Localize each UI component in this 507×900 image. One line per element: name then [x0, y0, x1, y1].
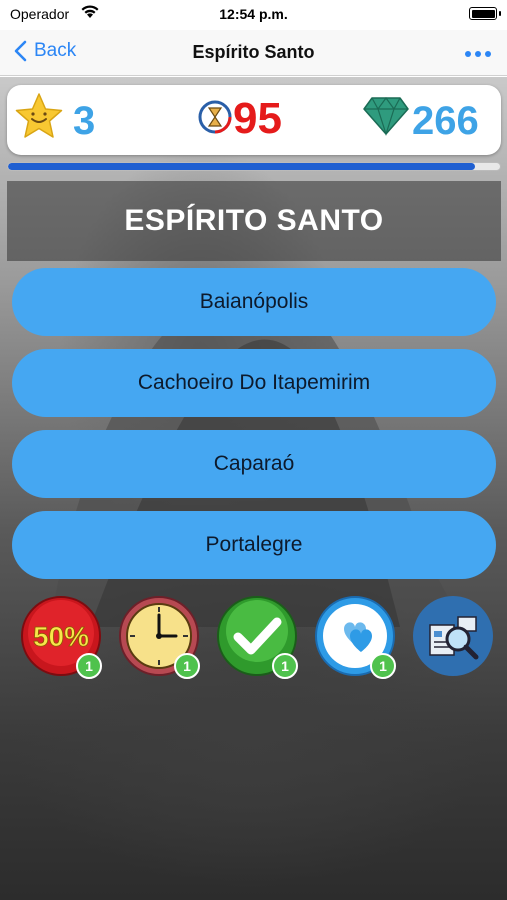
battery-icon [469, 7, 501, 20]
powerup-count-badge: 1 [370, 653, 396, 679]
magnifier-icon [413, 596, 493, 676]
timer-value: 95 [233, 94, 282, 143]
powerup-count-badge: 1 [272, 653, 298, 679]
status-bar: Operador 12:54 p.m. [0, 0, 507, 30]
extra-time-button[interactable]: 1 [118, 595, 200, 679]
score-panel: 3 95 266 [7, 85, 501, 155]
hourglass-timer-icon [198, 100, 232, 134]
correct-answer-button[interactable]: 1 [216, 595, 298, 679]
stars-count: 3 [73, 99, 96, 143]
powerup-count-badge: 1 [76, 653, 102, 679]
page-title: Espírito Santo [192, 42, 315, 62]
fifty-percent-button[interactable]: 50% 1 [20, 595, 102, 679]
diamond-icon [363, 96, 409, 136]
question-banner: ESPÍRITO SANTO [7, 181, 501, 261]
answer-option-1[interactable]: Baianópolis [12, 268, 496, 336]
powerup-count-badge: 1 [174, 653, 200, 679]
clock-time: 12:54 p.m. [219, 6, 288, 22]
gems-count: 266 [412, 99, 479, 143]
answer-option-4[interactable]: Portalegre [12, 511, 496, 579]
question-text: ESPÍRITO SANTO [124, 204, 384, 237]
fifty-percent-label: 50% [33, 621, 89, 652]
game-area: 3 95 266 ESPÍRITO SANTO Baianópolis Cach… [0, 77, 507, 900]
more-options-icon[interactable] [465, 51, 491, 57]
answer-option-2[interactable]: Cachoeiro Do Itapemirim [12, 349, 496, 417]
navigation-bar: Back Espírito Santo [0, 30, 507, 76]
answer-option-3[interactable]: Caparaó [12, 430, 496, 498]
extra-life-button[interactable]: 1 [314, 595, 396, 679]
star-icon [15, 93, 63, 138]
research-hint-button[interactable] [412, 595, 494, 677]
time-progress-bar [7, 162, 501, 171]
time-progress-fill [8, 163, 476, 170]
